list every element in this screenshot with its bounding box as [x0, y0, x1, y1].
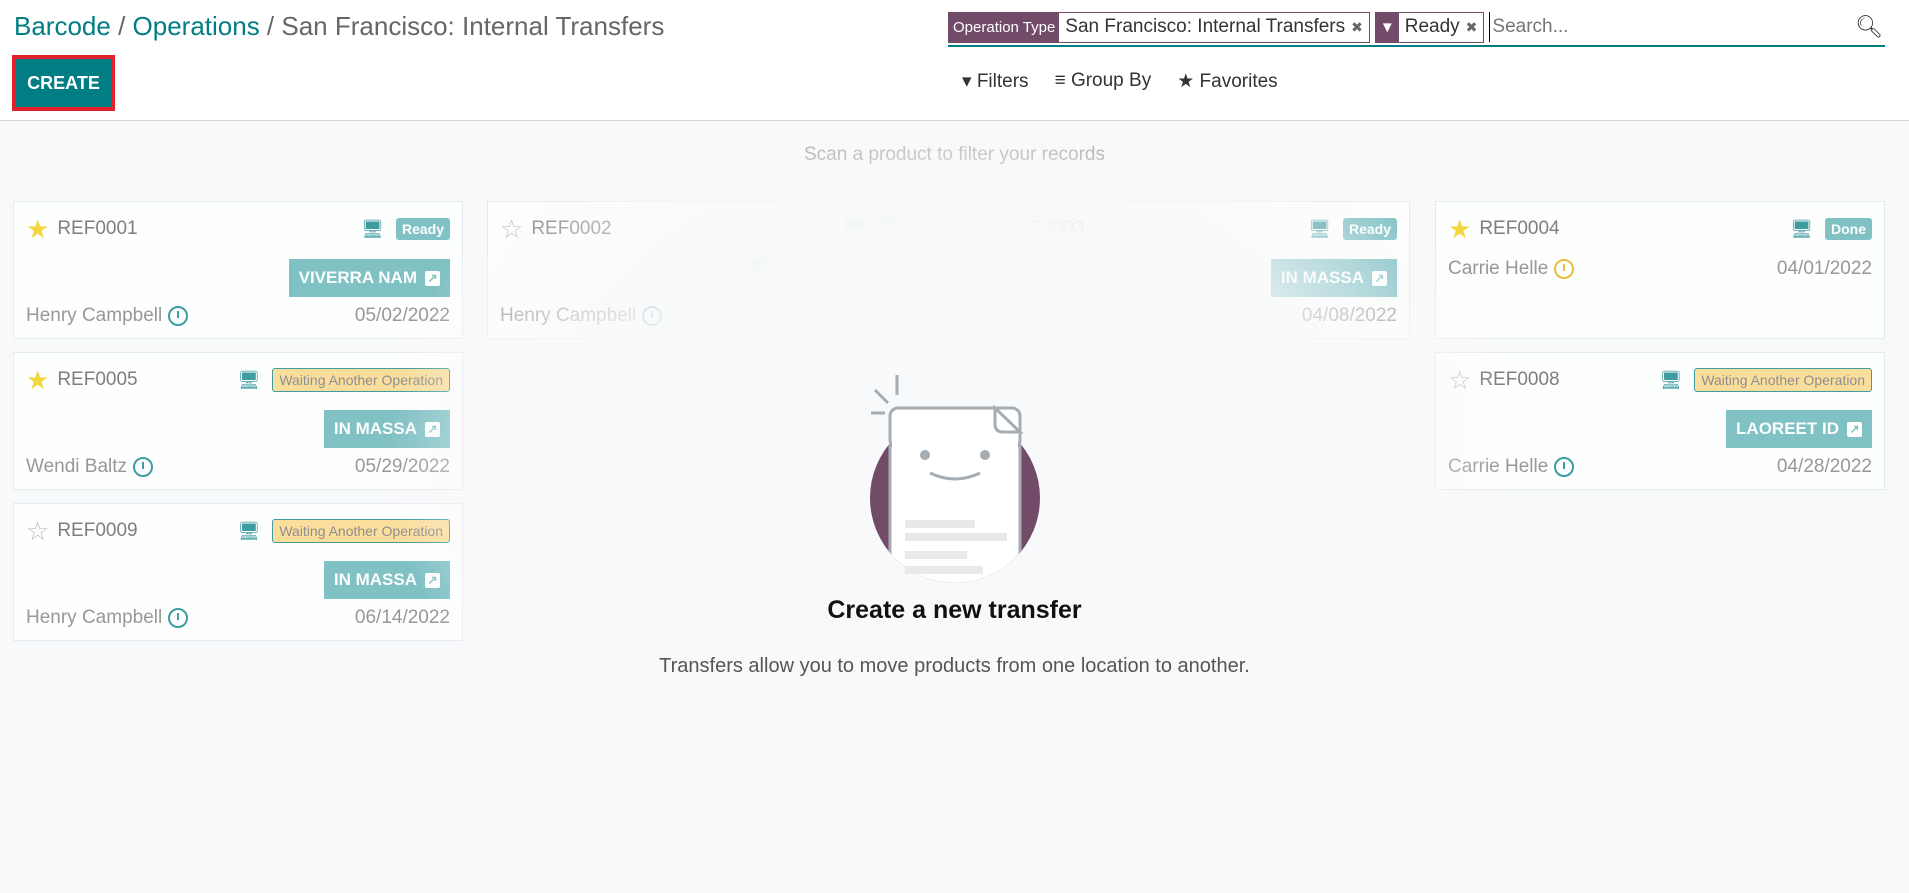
scan-hint: Scan a product to filter your records: [804, 144, 1105, 165]
breadcrumb-barcode[interactable]: Barcode: [14, 11, 111, 41]
card-date: 05/02/2022: [354, 305, 450, 326]
star-icon: ★: [1177, 71, 1195, 92]
status-badge: Done: [1825, 218, 1872, 240]
facet-value: San Francisco: Internal Transfers: [1065, 16, 1346, 37]
smiling-document-icon: [869, 375, 1040, 583]
kanban-card[interactable]: ☆ REF0002 🖥︎ Done INTEGER VITAE ↗ Henry Campbe…: [487, 201, 937, 339]
external-link-icon: ↗: [1372, 270, 1387, 286]
tag-label: INTEGER VITAE: [761, 268, 891, 287]
favorites-label: Favorites: [1199, 71, 1278, 92]
breadcrumb-current: San Francisco: Internal Transfers: [281, 11, 665, 41]
empty-subtitle: Transfers allow you to move products fro…: [659, 655, 1250, 677]
breadcrumb-operations[interactable]: Operations: [133, 11, 260, 41]
tag-label: VIVERRA NAM: [298, 268, 417, 287]
search-icon[interactable]: 🔍︎: [1855, 14, 1885, 40]
tag-label: IN MASSA: [1280, 268, 1364, 287]
kanban-card[interactable]: ★ REF0004 🖥︎ Done Carrie Helle 04/01/2022: [1435, 201, 1885, 339]
card-reference: REF0002: [531, 218, 612, 239]
facet-filter: ▼ Ready ✖: [1374, 11, 1485, 43]
filter-icon: ▼: [1375, 12, 1399, 42]
star-icon[interactable]: ★: [1448, 214, 1471, 245]
tag-button[interactable]: INTEGER VITAE ↗: [751, 259, 924, 297]
card-reference: REF0003: [1004, 218, 1085, 239]
monitor-icon: 🖥︎: [1790, 218, 1813, 239]
external-link-icon: ↗: [899, 270, 914, 286]
card-user: Henry Campbell: [26, 305, 163, 326]
search-options: ▾ Filters ≡ Group By ★ Favorites: [962, 70, 1278, 93]
star-icon[interactable]: ☆: [500, 214, 523, 245]
card-reference: REF0004: [1479, 218, 1560, 239]
filters-label: Filters: [976, 71, 1029, 92]
clock-icon[interactable]: [1115, 305, 1136, 326]
list-icon: ≡: [1054, 70, 1066, 91]
breadcrumb-separator: /: [259, 11, 282, 41]
monitor-icon: 🖥︎: [842, 218, 865, 239]
facet-operation-type: Operation Type San Francisco: Internal T…: [948, 11, 1370, 43]
status-badge: Ready: [395, 218, 450, 240]
facet-value: Ready: [1404, 16, 1460, 37]
breadcrumb: Barcode / Operations / San Francisco: In…: [14, 11, 664, 42]
star-icon[interactable]: ★: [26, 214, 49, 245]
filter-icon: ▾: [962, 71, 972, 92]
kanban-card[interactable]: ★ REF0001 🖥︎ Ready VIVERRA NAM ↗ Henry Campbel…: [13, 201, 463, 339]
control-panel: Barcode / Operations / San Francisco: In…: [0, 0, 1909, 121]
tag-button[interactable]: IN MASSA ↗: [1270, 259, 1397, 297]
monitor-icon: 🖥︎: [1308, 218, 1331, 239]
clock-icon[interactable]: [168, 305, 189, 326]
card-user: Henry Campbell: [973, 305, 1110, 326]
search-input[interactable]: [1489, 12, 1851, 42]
group-by-button[interactable]: ≡ Group By: [1055, 70, 1152, 93]
clock-icon[interactable]: [1554, 258, 1575, 279]
card-date: 05/04/2022: [828, 305, 924, 326]
create-button[interactable]: CREATE: [12, 55, 115, 111]
filters-button[interactable]: ▾ Filters: [962, 70, 1029, 93]
card-date: 04/08/2022: [1301, 305, 1397, 326]
card-date: 04/01/2022: [1776, 258, 1872, 279]
search-bar: Operation Type San Francisco: Internal T…: [948, 9, 1885, 47]
tag-button[interactable]: VIVERRA NAM ↗: [288, 259, 450, 297]
external-link-icon: ↗: [425, 270, 440, 286]
card-user: Carrie Helle: [1448, 258, 1549, 279]
favorites-button[interactable]: ★ Favorites: [1177, 70, 1277, 93]
monitor-icon: 🖥︎: [361, 218, 384, 239]
facet-label: Operation Type: [949, 12, 1060, 42]
card-reference: REF0001: [57, 218, 138, 239]
breadcrumb-separator: /: [110, 11, 133, 41]
remove-facet-icon[interactable]: ✖: [1466, 19, 1484, 36]
empty-illustration: [0, 370, 1909, 595]
empty-title: Create a new transfer: [827, 596, 1082, 624]
status-badge: Done: [877, 218, 924, 240]
status-badge: Ready: [1342, 218, 1397, 240]
clock-icon[interactable]: [642, 305, 663, 326]
group-by-label: Group By: [1070, 70, 1152, 91]
card-user: Henry Campbell: [500, 305, 637, 326]
star-icon[interactable]: ☆: [973, 214, 996, 245]
remove-facet-icon[interactable]: ✖: [1351, 19, 1369, 36]
kanban-card[interactable]: ☆ REF0003 🖥︎ Ready IN MASSA ↗ Henry Campbell 04…: [960, 201, 1410, 339]
